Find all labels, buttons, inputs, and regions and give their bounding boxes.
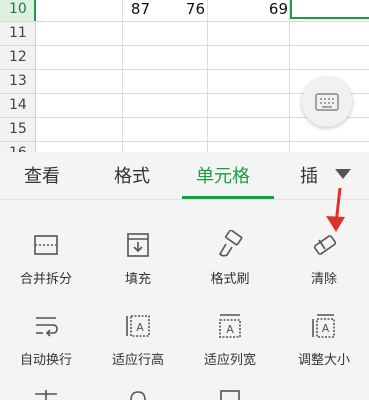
active-tab-indicator [182,196,274,199]
svg-text:A: A [226,323,234,336]
tab-cell[interactable]: 单元格 [196,162,250,188]
tab-format[interactable]: 格式 [114,162,150,188]
tab-view[interactable]: 查看 [24,162,60,188]
row-height-icon: A [126,315,150,337]
merge-cells-icon [34,235,58,255]
cell-value[interactable]: 69 [198,0,288,21]
selected-cell[interactable] [290,0,369,19]
tool-label: 合并拆分 [19,272,72,287]
tool-label: 自动换行 [19,353,72,368]
cell-value[interactable]: 76 [115,0,205,21]
row-header-15[interactable]: 15 [0,118,36,141]
spreadsheet-grid[interactable]: 10 87 76 69 11 12 13 14 15 16 [0,0,369,152]
tool-label: 格式刷 [210,272,250,287]
tool-label: 清除 [310,272,337,287]
fill-down-icon [127,233,149,257]
tool-label: 适应行高 [111,353,164,368]
annotation-arrow-icon [326,187,345,232]
table-row[interactable]: 16 [0,142,369,152]
toolbar-tabs: 查看 格式 单元格 插 [0,152,369,200]
clear-button[interactable]: 清除 [278,230,369,287]
table-row[interactable]: 11 [0,22,369,46]
table-row[interactable]: 12 [0,46,369,70]
tab-insert[interactable]: 插 [300,162,318,188]
fit-row-height-button[interactable]: A 适应行高 [92,311,184,368]
keyboard-toggle-button[interactable] [302,77,352,127]
row-header-10[interactable]: 10 [0,0,36,21]
row-header-11[interactable]: 11 [0,22,36,45]
format-painter-button[interactable]: 格式刷 [184,230,276,287]
eraser-icon [313,235,337,255]
merge-split-button[interactable]: 合并拆分 [0,230,92,287]
tool-label: 适应列宽 [203,353,256,368]
auto-wrap-button[interactable]: 自动换行 [0,311,92,368]
keyboard-icon [315,93,339,111]
row-header-12[interactable]: 12 [0,46,36,69]
svg-text:A: A [136,321,144,334]
partial-tool-icon [220,390,240,400]
row-header-16[interactable]: 16 [0,142,36,152]
triangle-down-icon[interactable] [335,169,351,179]
row-header-14[interactable]: 14 [0,94,36,117]
column-width-icon: A [219,314,241,338]
resize-icon: A [312,314,335,338]
adjust-size-button[interactable]: A 调整大小 [278,311,369,368]
fit-column-width-button[interactable]: A 适应列宽 [184,311,276,368]
svg-text:A: A [322,322,330,335]
partial-tool-icon [130,391,146,400]
tool-label: 填充 [124,272,151,287]
fill-button[interactable]: 填充 [92,230,184,287]
text-wrap-icon [36,317,58,337]
tool-label: 调整大小 [297,353,350,368]
row-header-13[interactable]: 13 [0,70,36,93]
table-row[interactable]: 10 87 76 69 [0,0,369,22]
brush-icon [218,230,243,257]
partial-tool-icon [35,390,57,400]
